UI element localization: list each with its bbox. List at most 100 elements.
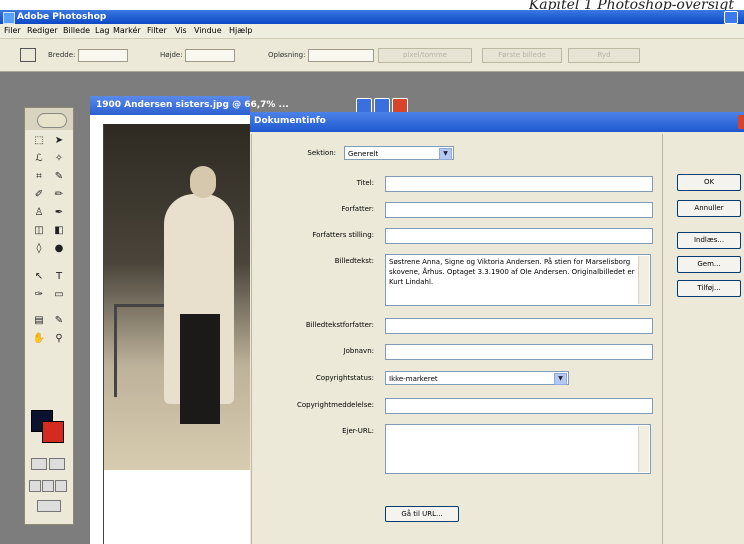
dialog-form: Sektion: Generelt ▼ Titel: Forfatter: Fo… <box>251 134 663 544</box>
width-label: Bredde: <box>48 51 76 59</box>
menu-help[interactable]: Hjælp <box>229 26 252 35</box>
copyright-notice-label: Copyrightmeddelelse: <box>296 401 374 409</box>
eraser-tool-icon[interactable]: ◫ <box>31 224 47 238</box>
crop-tool-icon[interactable]: ⌗ <box>31 170 47 184</box>
quickmask-mode-icon[interactable] <box>49 458 65 470</box>
slice-tool-icon[interactable]: ✎ <box>51 170 67 184</box>
marquee-tool-icon[interactable]: ⬚ <box>31 134 47 148</box>
dodge-tool-icon[interactable]: ● <box>51 242 67 256</box>
pen-tool-icon[interactable]: ✑ <box>31 288 47 302</box>
ok-button[interactable]: OK <box>677 174 741 191</box>
background-color-swatch[interactable] <box>42 421 64 443</box>
menu-image[interactable]: Billede <box>63 26 90 35</box>
section-label: Sektion: <box>307 149 336 157</box>
photo-skirt <box>180 314 220 424</box>
healing-brush-tool-icon[interactable]: ✐ <box>31 188 47 202</box>
load-button[interactable]: Indlæs... <box>677 232 741 249</box>
height-label: Højde: <box>160 51 183 59</box>
caption-writer-input[interactable] <box>385 318 653 334</box>
chevron-down-icon[interactable]: ▼ <box>554 373 567 385</box>
screen-mode-full-menu-icon[interactable] <box>42 480 54 492</box>
front-image-button[interactable]: Første billede <box>482 48 562 63</box>
menu-edit[interactable]: Rediger <box>27 26 58 35</box>
photoshop-window: Adobe Photoshop Filer Rediger Billede La… <box>0 10 744 544</box>
menu-view[interactable]: Vis <box>175 26 187 35</box>
magic-wand-tool-icon[interactable]: ✧ <box>51 152 67 166</box>
path-selection-tool-icon[interactable]: ↖ <box>31 270 47 284</box>
width-input[interactable] <box>78 49 128 62</box>
title-input[interactable] <box>385 176 653 192</box>
caption-writer-label: Billedtekstforfatter: <box>305 321 374 329</box>
resolution-label: Opløsning: <box>268 51 306 59</box>
app-titlebar: Adobe Photoshop <box>0 10 744 24</box>
resolution-input[interactable] <box>308 49 374 62</box>
author-title-label: Forfatters stilling: <box>312 231 374 239</box>
standard-mode-icon[interactable] <box>31 458 47 470</box>
history-brush-tool-icon[interactable]: ✒ <box>51 206 67 220</box>
title-label: Titel: <box>356 179 374 187</box>
document-image <box>104 124 250 470</box>
menu-select[interactable]: Markér <box>113 26 141 35</box>
section-select[interactable]: Generelt ▼ <box>344 146 454 160</box>
menu-file[interactable]: Filer <box>4 26 21 35</box>
owner-url-scrollbar[interactable] <box>638 426 649 472</box>
goto-url-button[interactable]: Gå til URL... <box>385 506 459 522</box>
toolbox-header <box>25 108 73 130</box>
app-title: Adobe Photoshop <box>17 12 107 22</box>
caption-scrollbar[interactable] <box>638 256 649 304</box>
menu-filter[interactable]: Filter <box>147 26 167 35</box>
file-info-dialog: Dokumentinfo Sektion: Generelt ▼ Titel: … <box>250 112 744 544</box>
caption-label: Billedtekst: <box>334 257 374 265</box>
hand-tool-icon[interactable]: ✋ <box>31 332 47 346</box>
minimize-button[interactable] <box>724 11 738 24</box>
chevron-down-icon[interactable]: ▼ <box>439 148 452 160</box>
caption-text: Søstrene Anna, Signe og Viktoria Anderse… <box>389 258 635 286</box>
copyright-status-select[interactable]: Ikke-markeret ▼ <box>385 371 569 385</box>
menu-layer[interactable]: Lag <box>95 26 109 35</box>
clear-button[interactable]: Ryd <box>568 48 640 63</box>
author-input[interactable] <box>385 202 653 218</box>
dialog-title: Dokumentinfo <box>254 116 326 126</box>
crop-tool-icon[interactable] <box>20 48 36 62</box>
author-label: Forfatter: <box>341 205 374 213</box>
unit-select[interactable]: pixel/tomme <box>378 48 472 63</box>
job-name-label: Jobnavn: <box>343 347 374 355</box>
document-title: 1900 Andersen sisters.jpg @ 66,7% ... <box>96 100 289 110</box>
page-caption: Kapitel 1 Photoshop-oversigt <box>528 0 734 10</box>
document-titlebar: 1900 Andersen sisters.jpg @ 66,7% ... <box>90 96 289 115</box>
screen-mode-full-icon[interactable] <box>55 480 67 492</box>
author-title-input[interactable] <box>385 228 653 244</box>
zoom-tool-icon[interactable]: ⚲ <box>51 332 67 346</box>
append-button[interactable]: Tilføj... <box>677 280 741 297</box>
height-input[interactable] <box>185 49 235 62</box>
notes-tool-icon[interactable]: ▤ <box>31 314 47 328</box>
document-window: 1900 Andersen sisters.jpg @ 66,7% ... <box>90 96 289 544</box>
screen-mode-standard-icon[interactable] <box>29 480 41 492</box>
type-tool-icon[interactable]: T <box>51 270 67 284</box>
blur-tool-icon[interactable]: ◊ <box>31 242 47 256</box>
owner-url-label: Ejer-URL: <box>342 427 374 435</box>
photoshop-app-icon <box>3 12 15 24</box>
vertical-ruler <box>90 124 104 544</box>
cancel-button[interactable]: Annuller <box>677 200 741 217</box>
caption-textarea[interactable]: Søstrene Anna, Signe og Viktoria Anderse… <box>385 254 651 306</box>
shape-tool-icon[interactable]: ▭ <box>51 288 67 302</box>
menu-bar: Filer Rediger Billede Lag Markér Filter … <box>0 24 744 39</box>
save-button[interactable]: Gem... <box>677 256 741 273</box>
dialog-close-button[interactable] <box>738 115 744 129</box>
options-bar: Bredde: Højde: Opløsning: pixel/tomme Fø… <box>0 39 744 72</box>
menu-window[interactable]: Vindue <box>194 26 222 35</box>
eyedropper-tool-icon[interactable]: ✎ <box>51 314 67 328</box>
lasso-tool-icon[interactable]: ℒ <box>31 152 47 166</box>
copyright-notice-input[interactable] <box>385 398 653 414</box>
job-name-input[interactable] <box>385 344 653 360</box>
copyright-status-label: Copyrightstatus: <box>315 374 374 382</box>
gradient-tool-icon[interactable]: ◧ <box>51 224 67 238</box>
brush-tool-icon[interactable]: ✏ <box>51 188 67 202</box>
stamp-tool-icon[interactable]: ♙ <box>31 206 47 220</box>
owner-url-textarea[interactable] <box>385 424 651 474</box>
jump-to-imageready-icon[interactable] <box>37 500 61 512</box>
photo-head <box>190 166 216 198</box>
dialog-titlebar: Dokumentinfo <box>250 112 744 132</box>
move-tool-icon[interactable]: ➤ <box>51 134 67 148</box>
